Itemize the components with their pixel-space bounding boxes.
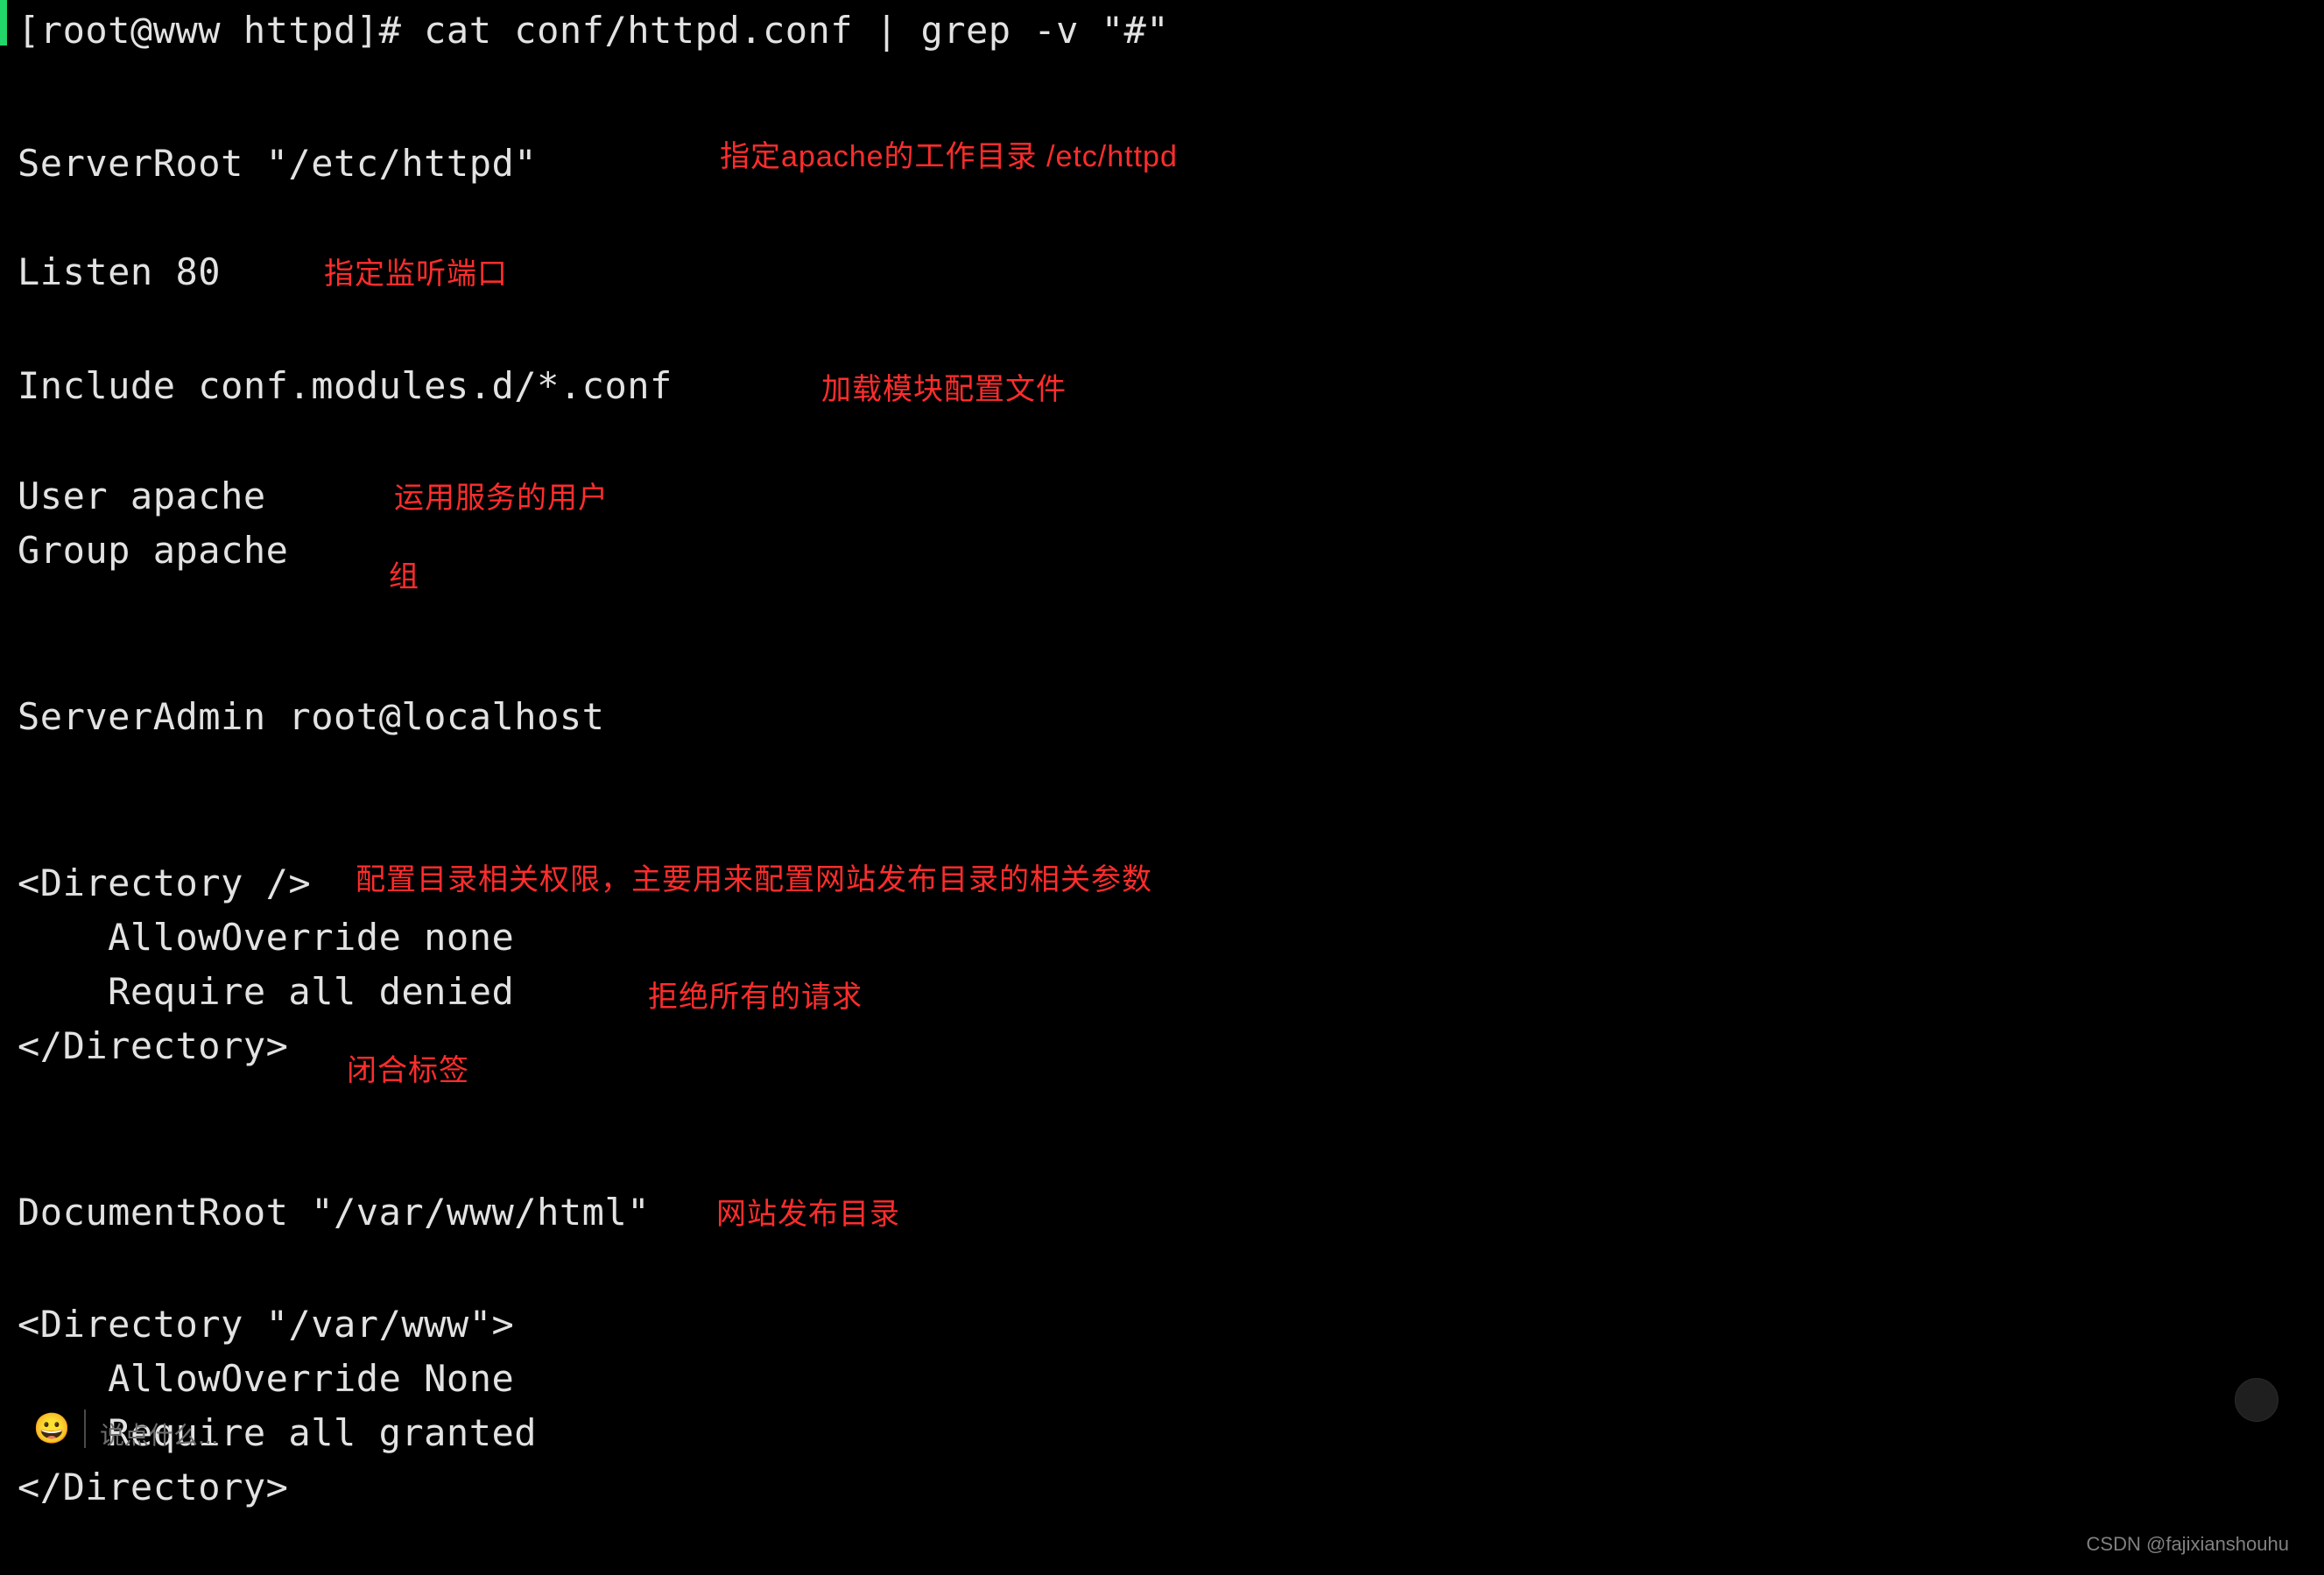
config-line-serveradmin: ServerAdmin root@localhost <box>18 699 604 735</box>
round-button[interactable] <box>2235 1378 2278 1422</box>
config-line-directory2-close: </Directory> <box>18 1469 288 1506</box>
annotation-listen: 指定监听端口 <box>324 259 508 289</box>
annotation-group: 组 <box>389 562 419 592</box>
watermark-text: CSDN @fajixianshouhu <box>2087 1533 2289 1556</box>
annotation-directory: 配置目录相关权限，主要用来配置网站发布目录的相关参数 <box>356 865 1152 895</box>
config-line-directory-open: <Directory /> <box>18 865 311 902</box>
config-line-user: User apache <box>18 478 266 515</box>
config-line-group: Group apache <box>18 532 288 569</box>
terminal-window: [root@www httpd]# cat conf/httpd.conf | … <box>0 0 2324 1575</box>
config-line-require-denied: Require all denied <box>18 974 514 1010</box>
config-line-include: Include conf.modules.d/*.conf <box>18 368 673 404</box>
emoji-icon[interactable]: 😀 <box>33 1411 70 1446</box>
config-line-documentroot: DocumentRoot "/var/www/html" <box>18 1194 650 1231</box>
config-line-directory2-open: <Directory "/var/www"> <box>18 1306 514 1343</box>
active-line-indicator <box>0 0 7 46</box>
annotation-user: 运用服务的用户 <box>394 483 609 513</box>
chat-input-placeholder[interactable]: 说点什么... <box>100 1417 218 1452</box>
annotation-include: 加载模块配置文件 <box>821 375 1067 404</box>
shell-prompt-line[interactable]: [root@www httpd]# cat conf/httpd.conf | … <box>18 12 1169 49</box>
input-separator <box>84 1410 86 1448</box>
config-line-listen: Listen 80 <box>18 254 221 291</box>
config-line-allowoverride2: AllowOverride None <box>18 1361 514 1397</box>
annotation-require-denied: 拒绝所有的请求 <box>648 982 863 1012</box>
config-line-require-granted: Require all granted <box>18 1415 537 1452</box>
config-line-directory-close: </Directory> <box>18 1028 288 1065</box>
annotation-documentroot: 网站发布目录 <box>716 1199 900 1229</box>
config-line-serverroot: ServerRoot "/etc/httpd" <box>18 145 537 182</box>
annotation-serverroot: 指定apache的工作目录 /etc/httpd <box>720 142 1178 172</box>
config-line-allowoverride: AllowOverride none <box>18 919 514 956</box>
annotation-close-tag: 闭合标签 <box>347 1056 469 1086</box>
